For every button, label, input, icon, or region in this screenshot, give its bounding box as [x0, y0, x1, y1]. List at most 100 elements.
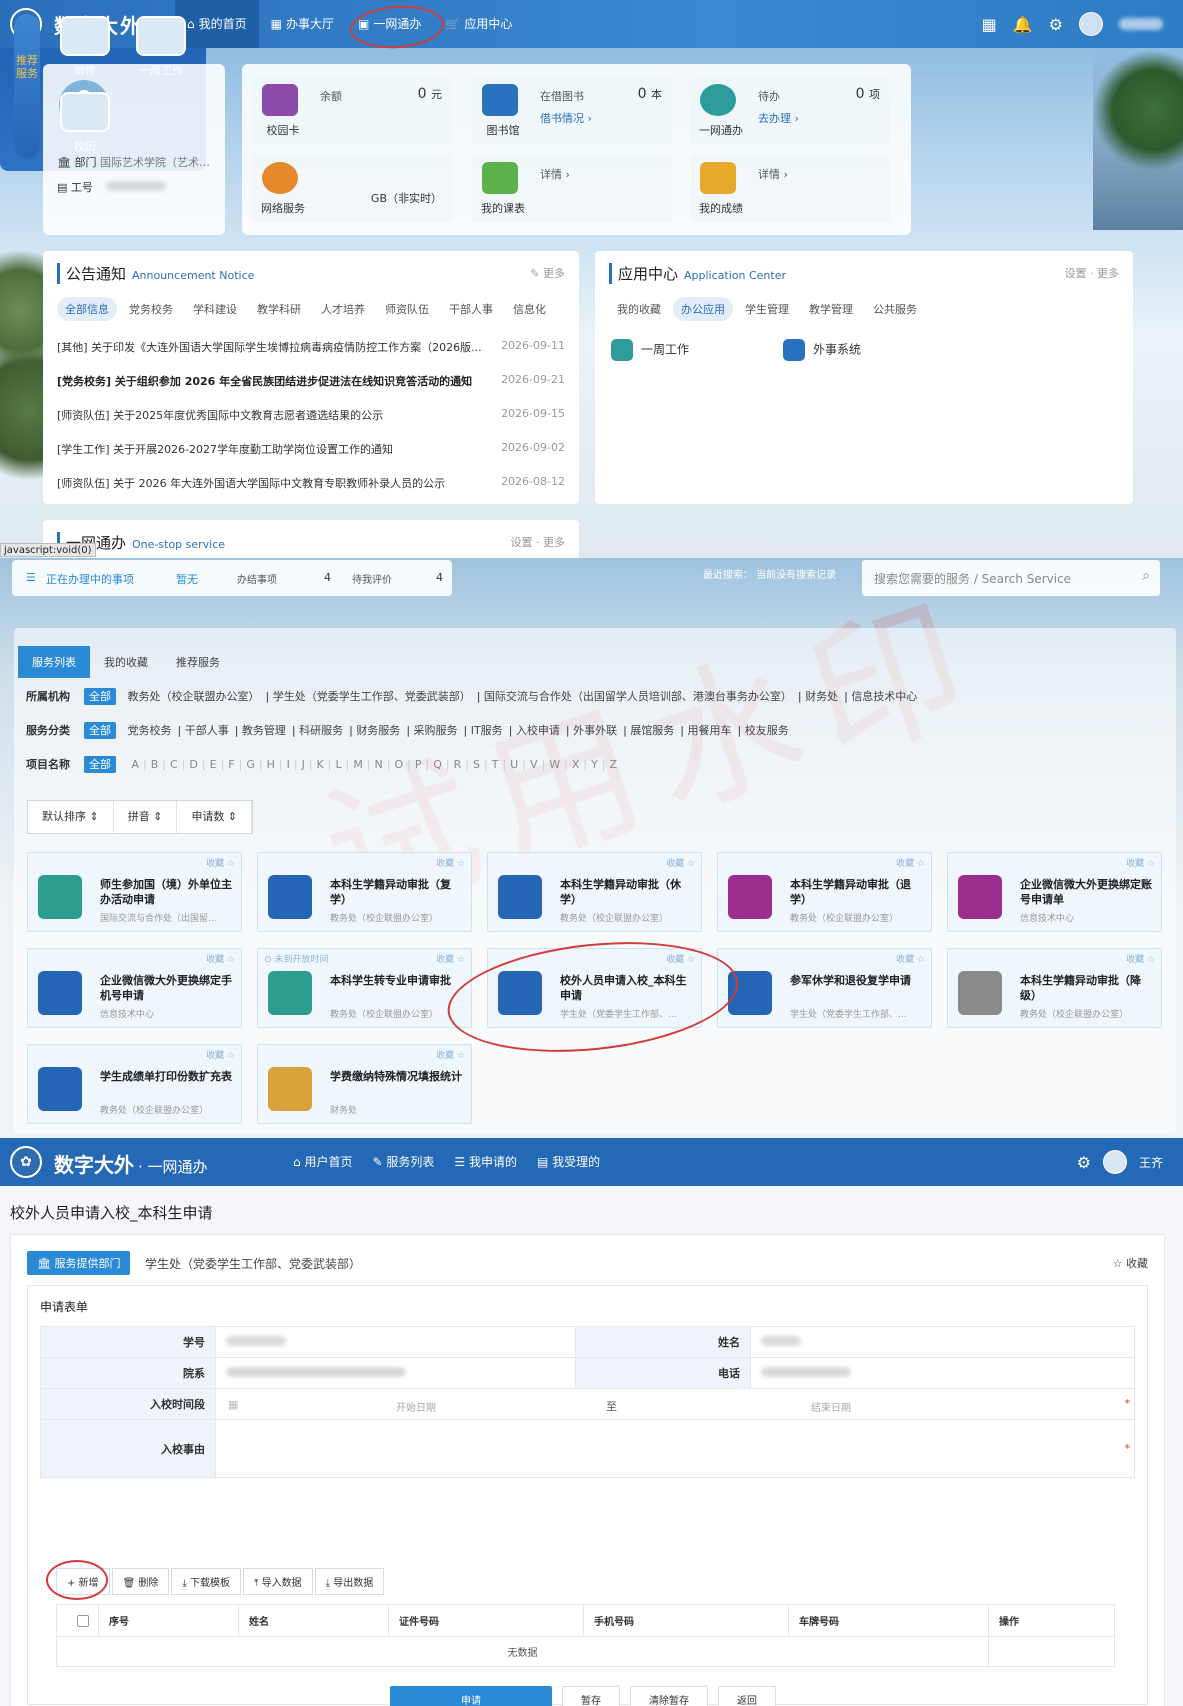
- favorite-toggle[interactable]: 收藏 ☆: [206, 952, 235, 965]
- letter-filter[interactable]: F: [228, 758, 234, 771]
- letter-filter[interactable]: Y: [591, 758, 598, 771]
- letter-filter[interactable]: T: [492, 758, 499, 771]
- service-card[interactable]: 收藏 ☆ 师生参加国（境）外单位主办活动申请 国际交流与合作处（出国留...: [27, 852, 242, 932]
- favorite-toggle[interactable]: 收藏 ☆: [436, 952, 465, 965]
- letter-filter[interactable]: I: [287, 758, 290, 771]
- tile-schedule[interactable]: 我的课表 详情 ›: [472, 154, 672, 222]
- user-avatar[interactable]: [1079, 12, 1103, 36]
- letter-filter[interactable]: V: [530, 758, 538, 771]
- done-count[interactable]: 4: [324, 571, 331, 584]
- favorite-toggle[interactable]: 收藏 ☆: [896, 952, 925, 965]
- letter-filter[interactable]: D: [189, 758, 197, 771]
- tile-grades[interactable]: 我的成绩 详情 ›: [690, 154, 890, 222]
- filter-option[interactable]: 党务校务: [128, 724, 172, 737]
- export-data-button[interactable]: ⤓ 导出数据: [314, 1568, 385, 1595]
- app-weekly-work[interactable]: 一周工作: [611, 339, 689, 361]
- favorite-toggle[interactable]: 收藏 ☆: [436, 856, 465, 869]
- rec-email[interactable]: 邮件: [58, 16, 112, 78]
- filter-option[interactable]: 干部人事: [185, 724, 229, 737]
- letter-filter[interactable]: M: [353, 758, 363, 771]
- filter-option[interactable]: 教务处（校企联盟办公室）: [128, 690, 260, 703]
- favorite-toggle[interactable]: 收藏 ☆: [896, 856, 925, 869]
- tile-library[interactable]: 图书馆 在借图书 0 本 借书情况 ›: [472, 76, 672, 144]
- filter-option[interactable]: 财务处: [805, 690, 838, 703]
- service-card[interactable]: 收藏 ☆ 本科生学籍异动审批（休学） 教务处（校企联盟办公室）: [487, 852, 702, 932]
- date-range-picker[interactable]: ▦ 开始日期 至 结束日期 *: [215, 1388, 1135, 1420]
- letter-filter[interactable]: N: [375, 758, 383, 771]
- nav-service-list[interactable]: ✎ 服务列表: [362, 1138, 444, 1186]
- processing-value[interactable]: 暂无: [176, 571, 198, 587]
- sort-applications[interactable]: 申请数 ⇕: [177, 801, 253, 833]
- notice-tab[interactable]: 党务校务: [121, 297, 181, 321]
- filter-all[interactable]: 全部: [84, 722, 116, 739]
- service-card[interactable]: 收藏 ☆ 企业微信微大外更换绑定账号申请单 信息技术中心: [947, 852, 1162, 932]
- letter-filter[interactable]: B: [151, 758, 159, 771]
- filter-option[interactable]: 用餐用车: [688, 724, 732, 737]
- schedule-details-link[interactable]: 详情 ›: [540, 166, 570, 182]
- notice-tab[interactable]: 学科建设: [185, 297, 245, 321]
- tab-recommended[interactable]: 推荐服务: [162, 646, 234, 678]
- filter-option[interactable]: 展馆服务: [630, 724, 674, 737]
- filter-all[interactable]: 全部: [84, 688, 116, 705]
- notice-tab[interactable]: 师资队伍: [377, 297, 437, 321]
- app-more-link[interactable]: 更多: [1097, 267, 1119, 280]
- nav-my-accepted[interactable]: ▤ 我受理的: [527, 1138, 610, 1186]
- submit-button[interactable]: 申请: [390, 1686, 552, 1706]
- filter-option[interactable]: 财务服务: [356, 724, 400, 737]
- nav-app-center[interactable]: 🛒 应用中心: [433, 0, 524, 48]
- end-date-input[interactable]: 结束日期: [811, 1399, 851, 1414]
- filter-all[interactable]: 全部: [84, 756, 116, 773]
- service-card[interactable]: 收藏 ☆ ⊙ 未到开放时间 本科学生转专业申请审批 教务处（校企联盟办公室）: [257, 948, 472, 1028]
- notice-tab[interactable]: 信息化: [505, 297, 554, 321]
- app-foreign-affairs[interactable]: 外事系统: [783, 339, 861, 361]
- filter-option[interactable]: IT服务: [471, 724, 503, 737]
- service-card[interactable]: 收藏 ☆ 本科生学籍异动审批（复学） 教务处（校企联盟办公室）: [257, 852, 472, 932]
- import-data-button[interactable]: ⤒ 导入数据: [243, 1568, 313, 1595]
- user-name[interactable]: 王齐: [1139, 1154, 1163, 1171]
- grades-details-link[interactable]: 详情 ›: [758, 166, 788, 182]
- nav-my-applications[interactable]: ☰ 我申请的: [444, 1138, 527, 1186]
- letter-filter[interactable]: E: [210, 758, 217, 771]
- delete-button[interactable]: 🗑 删除: [111, 1568, 170, 1595]
- letter-filter[interactable]: A: [132, 758, 140, 771]
- letter-filter[interactable]: K: [317, 758, 324, 771]
- one-stop-settings-link[interactable]: 设置: [511, 536, 533, 549]
- letter-filter[interactable]: P: [415, 758, 422, 771]
- letter-filter[interactable]: G: [246, 758, 255, 771]
- clear-draft-button[interactable]: 清除暂存: [630, 1686, 708, 1706]
- app-tab[interactable]: 公共服务: [865, 297, 925, 321]
- service-search-input[interactable]: 搜索您需要的服务 / Search Service ⌕: [862, 560, 1160, 596]
- letter-filter[interactable]: H: [267, 758, 275, 771]
- notice-more-link[interactable]: ✎ 更多: [530, 265, 565, 281]
- service-card[interactable]: 收藏 ☆ 学生成绩单打印份数扩充表 教务处（校企联盟办公室）: [27, 1044, 242, 1124]
- qr-code-icon[interactable]: ▦: [982, 15, 997, 34]
- filter-option[interactable]: 外事外联: [573, 724, 617, 737]
- letter-filter[interactable]: X: [572, 758, 580, 771]
- service-card[interactable]: 收藏 ☆ 参军休学和退役复学申请 学生处（党委学生工作部、...: [717, 948, 932, 1028]
- letter-filter[interactable]: Q: [433, 758, 442, 771]
- sort-default[interactable]: 默认排序 ⇕: [28, 801, 114, 833]
- filter-option[interactable]: 教务管理: [242, 724, 286, 737]
- app-settings-link[interactable]: 设置: [1065, 267, 1087, 280]
- favorite-toggle[interactable]: 收藏 ☆: [1126, 952, 1155, 965]
- eval-count[interactable]: 4: [436, 571, 443, 584]
- tab-my-favorites[interactable]: 我的收藏: [90, 646, 162, 678]
- filter-option[interactable]: 采购服务: [414, 724, 458, 737]
- service-card[interactable]: 收藏 ☆ 本科生学籍异动审批（退学） 教务处（校企联盟办公室）: [717, 852, 932, 932]
- favorite-toggle[interactable]: 收藏 ☆: [1126, 856, 1155, 869]
- search-icon[interactable]: ⌕: [1142, 568, 1150, 584]
- tile-campus-card[interactable]: 校园卡 余额 0 元: [252, 76, 452, 144]
- user-avatar[interactable]: [1102, 1150, 1127, 1174]
- nav-user-home[interactable]: ⌂ 用户首页: [283, 1138, 362, 1186]
- favorite-toggle[interactable]: 收藏 ☆: [206, 1048, 235, 1061]
- entry-reason-textarea[interactable]: *: [215, 1419, 1135, 1478]
- borrow-status-link[interactable]: 借书情况 ›: [540, 110, 592, 126]
- service-card[interactable]: 收藏 ☆ 企业微信微大外更换绑定手机号申请 信息技术中心: [27, 948, 242, 1028]
- one-stop-more-link[interactable]: 更多: [543, 536, 565, 549]
- letter-filter[interactable]: O: [395, 758, 404, 771]
- back-button[interactable]: 返回: [718, 1686, 776, 1706]
- gear-icon[interactable]: ⚙: [1049, 15, 1063, 34]
- rec-weekly-work[interactable]: 一周工作: [134, 16, 188, 78]
- notice-tab[interactable]: 人才培养: [313, 297, 373, 321]
- filter-option[interactable]: 科研服务: [299, 724, 343, 737]
